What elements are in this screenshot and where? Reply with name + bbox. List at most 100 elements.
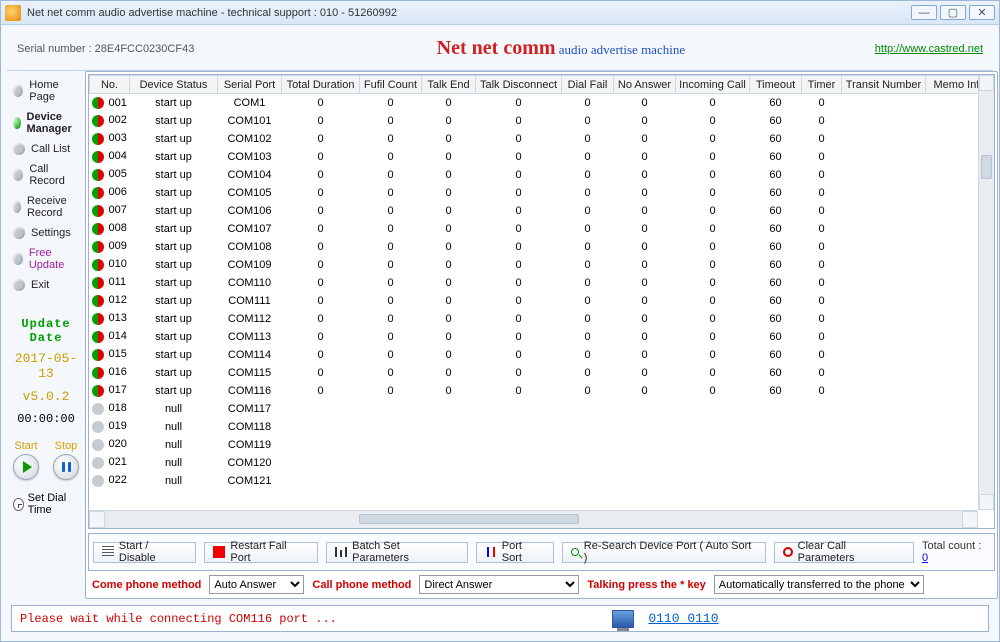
table-cell: 0	[676, 292, 750, 310]
port-sort-button[interactable]: Port Sort	[476, 542, 554, 563]
table-cell: 0	[562, 310, 614, 328]
hscroll-thumb[interactable]	[359, 514, 579, 524]
bullet-icon	[13, 117, 21, 129]
table-cell: 0	[676, 202, 750, 220]
table-cell: 0	[422, 274, 476, 292]
table-row[interactable]: 010start upCOM1090000000600	[90, 256, 994, 274]
scroll-down-button[interactable]	[979, 494, 994, 510]
restart-fail-port-button[interactable]: Restart Fail Port	[204, 542, 318, 563]
nav-device-manager[interactable]: Device Manager	[13, 111, 79, 135]
table-cell: 0	[422, 148, 476, 166]
column-header[interactable]: Incoming Call	[676, 76, 750, 94]
scroll-up-button[interactable]	[979, 75, 994, 91]
nav-home[interactable]: Home Page	[13, 79, 79, 103]
table-cell	[282, 400, 360, 418]
close-button[interactable]: ✕	[969, 5, 995, 20]
table-cell	[476, 454, 562, 472]
scroll-thumb[interactable]	[981, 155, 992, 179]
nav-free-update[interactable]: Free Update	[13, 247, 79, 271]
table-cell	[422, 436, 476, 454]
table-row[interactable]: 015start upCOM1140000000600	[90, 346, 994, 364]
clock-icon	[13, 498, 24, 511]
table-row[interactable]: 016start upCOM1150000000600	[90, 364, 994, 382]
column-header[interactable]: Serial Port	[218, 76, 282, 94]
nav-call-list[interactable]: Call List	[13, 143, 79, 155]
website-link[interactable]: http://www.castred.net	[875, 43, 983, 55]
table-cell	[614, 472, 676, 490]
horizontal-scrollbar[interactable]	[89, 510, 978, 528]
table-row[interactable]: 006start upCOM1050000000600	[90, 184, 994, 202]
table-cell	[842, 382, 926, 400]
table-cell: 0	[282, 292, 360, 310]
table-row[interactable]: 020nullCOM119	[90, 436, 994, 454]
vertical-scrollbar[interactable]	[978, 75, 994, 510]
table-row[interactable]: 017start upCOM1160000000600	[90, 382, 994, 400]
column-header[interactable]: Timeout	[750, 76, 802, 94]
set-dial-time[interactable]: Set Dial Time	[13, 492, 79, 516]
talking-star-select[interactable]: Automatically transferred to the phone	[714, 575, 924, 594]
table-cell: 60	[750, 202, 802, 220]
column-header[interactable]: No Answer	[614, 76, 676, 94]
table-row[interactable]: 021nullCOM120	[90, 454, 994, 472]
table-cell: 0	[614, 292, 676, 310]
table-row[interactable]: 009start upCOM1080000000600	[90, 238, 994, 256]
table-row[interactable]: 012start upCOM1110000000600	[90, 292, 994, 310]
nav-exit[interactable]: Exit	[13, 279, 79, 291]
table-cell: COM115	[218, 364, 282, 382]
column-header[interactable]: Transit Number	[842, 76, 926, 94]
scroll-right-button[interactable]	[962, 511, 978, 528]
maximize-button[interactable]: ▢	[940, 5, 966, 20]
nav-call-record[interactable]: Call Record	[13, 163, 79, 187]
start-button[interactable]	[13, 454, 39, 480]
scroll-left-button[interactable]	[89, 511, 105, 528]
table-cell: 0	[802, 220, 842, 238]
column-header[interactable]: Device Status	[130, 76, 218, 94]
table-row[interactable]: 014start upCOM1130000000600	[90, 328, 994, 346]
start-disable-button[interactable]: Start / Disable	[93, 542, 196, 563]
table-cell: 0	[562, 328, 614, 346]
total-count: Total count : 0	[922, 540, 990, 564]
column-header[interactable]: Talk End	[422, 76, 476, 94]
table-cell: 006	[90, 184, 130, 202]
table-cell	[614, 400, 676, 418]
minimize-button[interactable]: —	[911, 5, 937, 20]
table-cell: 001	[90, 94, 130, 112]
status-icon	[92, 313, 104, 325]
table-row[interactable]: 003start upCOM1020000000600	[90, 130, 994, 148]
come-phone-method-select[interactable]: Auto Answer	[209, 575, 304, 594]
table-cell: null	[130, 400, 218, 418]
stop-button[interactable]	[53, 454, 79, 480]
nav-label: Receive Record	[27, 195, 79, 219]
table-row[interactable]: 022nullCOM121	[90, 472, 994, 490]
column-header[interactable]: Timer	[802, 76, 842, 94]
clear-call-parameters-button[interactable]: Clear Call Parameters	[774, 542, 914, 563]
device-table[interactable]: No.Device StatusSerial PortTotal Duratio…	[89, 75, 994, 490]
column-header[interactable]: Dial Fail	[562, 76, 614, 94]
nav-settings[interactable]: Settings	[13, 227, 79, 239]
table-row[interactable]: 004start upCOM1030000000600	[90, 148, 994, 166]
column-header[interactable]: No.	[90, 76, 130, 94]
status-icon	[92, 385, 104, 397]
column-header[interactable]: Talk Disconnect	[476, 76, 562, 94]
table-row[interactable]: 018nullCOM117	[90, 400, 994, 418]
table-row[interactable]: 008start upCOM1070000000600	[90, 220, 994, 238]
batch-set-parameters-button[interactable]: Batch Set Parameters	[326, 542, 468, 563]
column-header[interactable]: Total Duration	[282, 76, 360, 94]
column-header[interactable]: Fufil Count	[360, 76, 422, 94]
research-device-port-button[interactable]: Re-Search Device Port ( Auto Sort )	[562, 542, 766, 563]
table-cell: 60	[750, 364, 802, 382]
table-row[interactable]: 013start upCOM1120000000600	[90, 310, 994, 328]
table-cell: 022	[90, 472, 130, 490]
table-row[interactable]: 007start upCOM1060000000600	[90, 202, 994, 220]
table-cell	[676, 436, 750, 454]
table-cell: 0	[360, 130, 422, 148]
table-cell: 0	[614, 346, 676, 364]
call-phone-method-select[interactable]: Direct Answer	[419, 575, 579, 594]
nav-receive-record[interactable]: Receive Record	[13, 195, 79, 219]
table-row[interactable]: 005start upCOM1040000000600	[90, 166, 994, 184]
table-row[interactable]: 011start upCOM1100000000600	[90, 274, 994, 292]
table-cell: 0	[282, 220, 360, 238]
table-row[interactable]: 001start upCOM10000000600	[90, 94, 994, 112]
table-row[interactable]: 019nullCOM118	[90, 418, 994, 436]
table-row[interactable]: 002start upCOM1010000000600	[90, 112, 994, 130]
